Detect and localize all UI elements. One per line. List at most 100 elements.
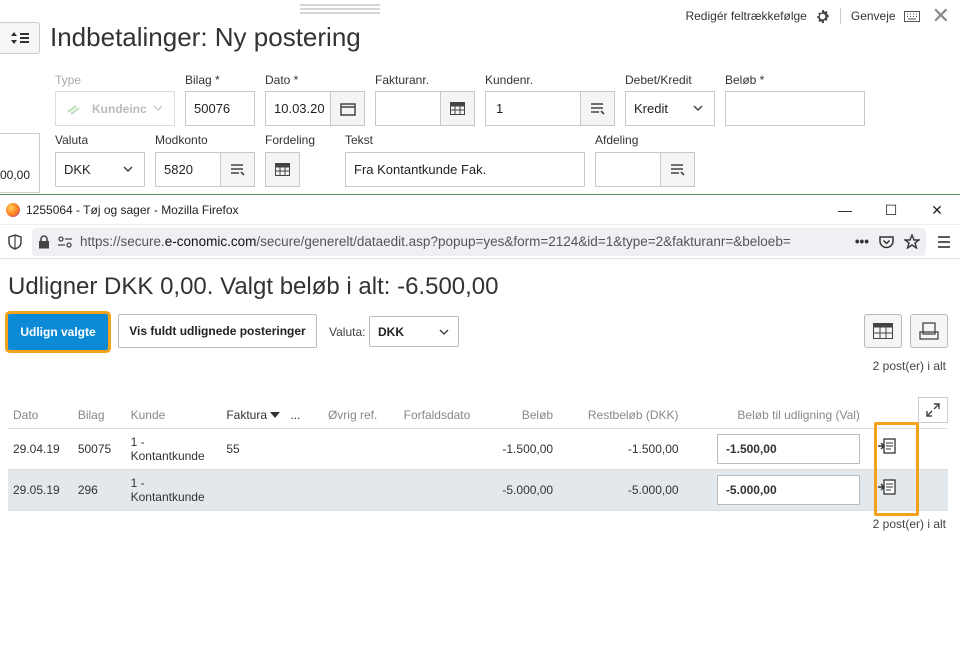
calendar-icon <box>339 102 356 116</box>
drag-grip[interactable] <box>300 4 380 14</box>
valuta-value: DKK <box>64 162 91 177</box>
faktura-field[interactable] <box>375 91 475 126</box>
close-icon[interactable]: ✕ <box>932 5 950 27</box>
udligning-amount-input[interactable]: -1.500,00 <box>716 433 860 464</box>
cell-faktura: 55 <box>221 428 286 470</box>
type-label: Type <box>55 73 82 87</box>
cell-forfaldsdato <box>398 428 489 470</box>
belob-label: Beløb * <box>725 73 765 87</box>
col-belob[interactable]: Beløb <box>488 402 559 429</box>
more-icon[interactable]: ••• <box>855 234 869 249</box>
belob-field[interactable] <box>725 91 865 126</box>
fordeling-button[interactable] <box>265 152 300 187</box>
open-document-icon[interactable] <box>877 438 897 456</box>
col-more[interactable]: ... <box>285 402 323 429</box>
cell-restbelob: -1.500,00 <box>558 428 684 470</box>
minimize-icon[interactable]: — <box>822 195 868 225</box>
cell-kunde: 1 - Kontantkunde <box>125 469 222 511</box>
col-restbelob[interactable]: Restbeløb (DKK) <box>558 402 684 429</box>
cell-ovrig-ref <box>322 428 399 470</box>
chevron-down-icon <box>439 329 449 336</box>
kunde-lookup-button[interactable] <box>580 92 614 125</box>
url-path: /secure/generelt/dataedit.asp?popup=yes&… <box>256 234 791 249</box>
table-row[interactable]: 29.04.19 50075 1 - Kontantkunde 55 -1.50… <box>8 428 948 470</box>
tekst-label: Tekst <box>345 133 374 147</box>
chevron-down-icon <box>153 105 163 112</box>
bilag-label: Bilag * <box>185 73 220 87</box>
print-button[interactable] <box>910 314 948 348</box>
cell-restbelob: -5.000,00 <box>558 469 684 511</box>
side-amount-value: 00,00 <box>0 168 31 182</box>
faktura-lookup-button[interactable] <box>440 92 474 125</box>
table-icon <box>275 163 290 176</box>
afdeling-field[interactable] <box>595 152 695 187</box>
udlign-valgte-button[interactable]: Udlign valgte <box>8 314 108 350</box>
cell-forfaldsdato <box>398 469 489 511</box>
bilag-value: 50076 <box>194 101 231 116</box>
pocket-icon[interactable] <box>879 235 894 249</box>
fordeling-label: Fordeling <box>265 133 316 147</box>
type-select: Kundeinc <box>55 91 175 126</box>
calendar-button[interactable] <box>330 92 364 125</box>
modkonto-field[interactable]: 5820 <box>155 152 255 187</box>
vis-fuldt-udlignede-button[interactable]: Vis fuldt udlignede posteringer <box>118 314 317 348</box>
col-bilag[interactable]: Bilag <box>72 402 126 429</box>
cell-more <box>285 428 323 470</box>
col-dato[interactable]: Dato <box>8 402 73 429</box>
cell-udligning: -1.500,00 <box>683 428 865 470</box>
close-icon[interactable]: ✕ <box>914 195 960 225</box>
kundenr-field[interactable]: 1 <box>485 91 615 126</box>
url-host: e-conomic.com <box>164 234 257 249</box>
col-kunde[interactable]: Kunde <box>125 402 222 429</box>
table-row[interactable]: 29.05.19 296 1 - Kontantkunde -5.000,00 … <box>8 469 948 511</box>
valuta-select[interactable]: DKK <box>55 152 145 187</box>
table-icon <box>450 102 465 115</box>
shield-icon[interactable] <box>8 233 22 250</box>
lock-icon <box>39 234 49 248</box>
window-titlebar[interactable]: 1255064 - Tøj og sager - Mozilla Firefox… <box>0 195 960 225</box>
dato-label: Dato * <box>265 73 299 87</box>
col-belob-udligning[interactable]: Beløb til udligning (Val) <box>683 402 865 429</box>
debet-kredit-select[interactable]: Kredit <box>625 91 715 126</box>
modkonto-value: 5820 <box>164 162 193 177</box>
cell-more <box>285 469 323 511</box>
keyboard-icon <box>903 10 920 22</box>
debet-kredit-label: Debet/Kredit <box>625 73 692 87</box>
col-ovrig-ref[interactable]: Øvrig ref. <box>322 402 399 429</box>
cell-kunde: 1 - Kontantkunde <box>125 428 222 470</box>
cell-action <box>864 469 948 511</box>
print-icon <box>919 322 939 340</box>
window-controls: — ☐ ✕ <box>822 195 960 225</box>
edit-field-order-button[interactable]: Redigér feltrækkefølge <box>685 9 829 24</box>
cell-bilag: 50075 <box>72 428 126 470</box>
list-lookup-icon <box>670 164 685 176</box>
afdeling-lookup-button[interactable] <box>660 153 694 186</box>
modkonto-lookup-button[interactable] <box>220 153 254 186</box>
valuta-filter-select[interactable]: DKK <box>369 316 459 347</box>
menu-toggle-button[interactable] <box>0 22 40 54</box>
page-title: Indbetalinger: Ny postering <box>50 22 361 52</box>
address-field[interactable]: https://secure.e-conomic.com/secure/gene… <box>32 227 926 256</box>
col-forfaldsdato[interactable]: Forfaldsdato <box>398 402 489 429</box>
udligning-amount-input[interactable]: -5.000,00 <box>716 474 860 505</box>
dato-field[interactable]: 10.03.20 <box>265 91 365 126</box>
star-icon[interactable] <box>904 234 920 249</box>
list-lookup-icon <box>230 164 245 176</box>
hamburger-menu-icon[interactable] <box>936 235 952 249</box>
column-settings-button[interactable] <box>864 314 902 348</box>
maximize-icon[interactable]: ☐ <box>868 195 914 225</box>
bilag-field[interactable]: 50076 <box>185 91 255 126</box>
url-bar: https://secure.e-conomic.com/secure/gene… <box>0 225 960 259</box>
col-faktura-label: Faktura <box>226 407 268 422</box>
tekst-field[interactable]: Fra Kontantkunde Fak. <box>345 152 585 187</box>
col-faktura[interactable]: Faktura <box>221 402 286 429</box>
table-icon <box>873 323 893 339</box>
posting-table: Dato Bilag Kunde Faktura ... Øvrig ref. … <box>8 402 948 511</box>
cell-udligning: -5.000,00 <box>683 469 865 511</box>
shortcuts-button[interactable]: Genveje <box>851 9 920 23</box>
udligning-heading: Udligner DKK 0,00. Valgt beløb i alt: -6… <box>8 273 499 300</box>
chevron-down-icon <box>693 105 703 112</box>
open-document-icon[interactable] <box>877 479 897 497</box>
page-settings-icon <box>58 235 72 248</box>
faktura-label: Fakturanr. <box>375 73 430 87</box>
